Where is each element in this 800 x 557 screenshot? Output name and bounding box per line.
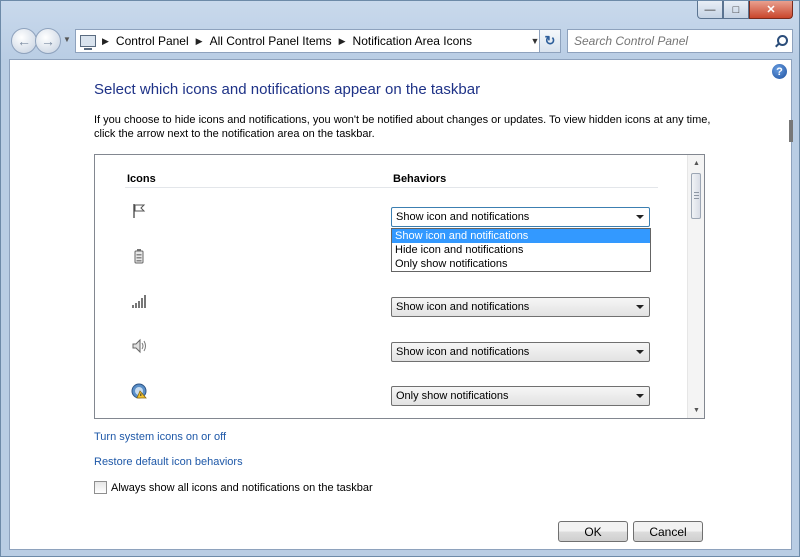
behavior-dropdown-list: Show icon and notifications Hide icon an… bbox=[391, 228, 651, 272]
refresh-button[interactable]: ↻ bbox=[539, 29, 561, 53]
window-scrollbar[interactable] bbox=[789, 120, 793, 142]
turn-system-icons-link[interactable]: Turn system icons on or off bbox=[94, 431, 226, 443]
chevron-down-icon bbox=[636, 305, 644, 309]
chevron-down-icon bbox=[636, 394, 644, 398]
forward-button[interactable]: → bbox=[35, 28, 61, 54]
behavior-select-value: Show icon and notifications bbox=[396, 301, 530, 313]
cancel-button[interactable]: Cancel bbox=[633, 521, 703, 542]
breadcrumb-arrow-icon[interactable]: ▶ bbox=[339, 36, 346, 47]
search-box[interactable] bbox=[567, 29, 793, 53]
speaker-icon bbox=[132, 338, 146, 354]
dropdown-option-hide-icon[interactable]: Hide icon and notifications bbox=[392, 243, 650, 257]
icons-column-header: Icons bbox=[127, 173, 156, 185]
behaviors-column-header: Behaviors bbox=[393, 173, 447, 185]
address-bar[interactable]: ▶ Control Panel ▶ All Control Panel Item… bbox=[75, 29, 545, 53]
close-button[interactable]: ✕ bbox=[749, 1, 793, 19]
scroll-up-arrow-icon[interactable]: ▲ bbox=[688, 155, 705, 171]
thumb-grip bbox=[694, 195, 699, 196]
always-show-checkbox[interactable] bbox=[94, 481, 107, 494]
chevron-down-icon bbox=[636, 350, 644, 354]
behavior-select-value: Show icon and notifications bbox=[396, 346, 530, 358]
caption-buttons: — □ ✕ bbox=[697, 1, 793, 19]
always-show-checkbox-row[interactable]: Always show all icons and notifications … bbox=[94, 481, 373, 494]
flag-icon bbox=[133, 204, 146, 218]
thumb-grip bbox=[694, 192, 699, 193]
header-divider bbox=[125, 187, 658, 188]
scrollbar-thumb[interactable] bbox=[691, 173, 701, 219]
breadcrumb-arrow-icon[interactable]: ▶ bbox=[102, 36, 109, 47]
notification-icons-list: Icons Behaviors Show icon and notificati… bbox=[94, 154, 705, 419]
shield-warning-icon bbox=[131, 383, 147, 399]
network-signal-icon bbox=[132, 295, 146, 308]
chevron-down-icon bbox=[636, 215, 644, 219]
behavior-select-value: Only show notifications bbox=[396, 390, 509, 402]
breadcrumb-notification-area-icons[interactable]: Notification Area Icons bbox=[353, 34, 472, 48]
always-show-checkbox-label[interactable]: Always show all icons and notifications … bbox=[111, 482, 373, 494]
content-area: ? Select which icons and notifications a… bbox=[9, 59, 793, 550]
behavior-select-row-4[interactable]: Show icon and notifications bbox=[391, 342, 650, 362]
maximize-button[interactable]: □ bbox=[723, 1, 749, 19]
ok-button[interactable]: OK bbox=[558, 521, 628, 542]
help-icon[interactable]: ? bbox=[772, 64, 787, 79]
battery-icon bbox=[134, 249, 144, 264]
list-scrollbar[interactable]: ▲ ▼ bbox=[687, 155, 704, 418]
behavior-select-row-1[interactable]: Show icon and notifications bbox=[391, 207, 650, 227]
behavior-select-row-3[interactable]: Show icon and notifications bbox=[391, 297, 650, 317]
breadcrumb-control-panel[interactable]: Control Panel bbox=[116, 34, 189, 48]
breadcrumb-all-items[interactable]: All Control Panel Items bbox=[210, 34, 332, 48]
behavior-select-value: Show icon and notifications bbox=[396, 211, 530, 223]
dropdown-option-show-icon[interactable]: Show icon and notifications bbox=[392, 229, 650, 243]
behavior-select-row-5[interactable]: Only show notifications bbox=[391, 386, 650, 406]
navigation-bar: ← → ▼ ▶ Control Panel ▶ All Control Pane… bbox=[9, 27, 793, 55]
recent-pages-dropdown-icon[interactable]: ▼ bbox=[63, 35, 71, 44]
search-icon[interactable] bbox=[774, 35, 788, 47]
back-button[interactable]: ← bbox=[11, 28, 37, 54]
page-description: If you choose to hide icons and notifica… bbox=[94, 114, 711, 140]
restore-defaults-link[interactable]: Restore default icon behaviors bbox=[94, 456, 243, 468]
page-title: Select which icons and notifications app… bbox=[94, 81, 481, 98]
minimize-button[interactable]: — bbox=[697, 1, 723, 19]
control-panel-window: — □ ✕ ← → ▼ ▶ Control Panel ▶ All Contro… bbox=[0, 0, 800, 557]
scroll-down-arrow-icon[interactable]: ▼ bbox=[688, 402, 705, 418]
thumb-grip bbox=[694, 198, 699, 199]
control-panel-icon bbox=[80, 35, 96, 50]
breadcrumb-arrow-icon[interactable]: ▶ bbox=[196, 36, 203, 47]
search-input[interactable] bbox=[574, 34, 764, 48]
dropdown-option-only-notifications[interactable]: Only show notifications bbox=[392, 257, 650, 271]
